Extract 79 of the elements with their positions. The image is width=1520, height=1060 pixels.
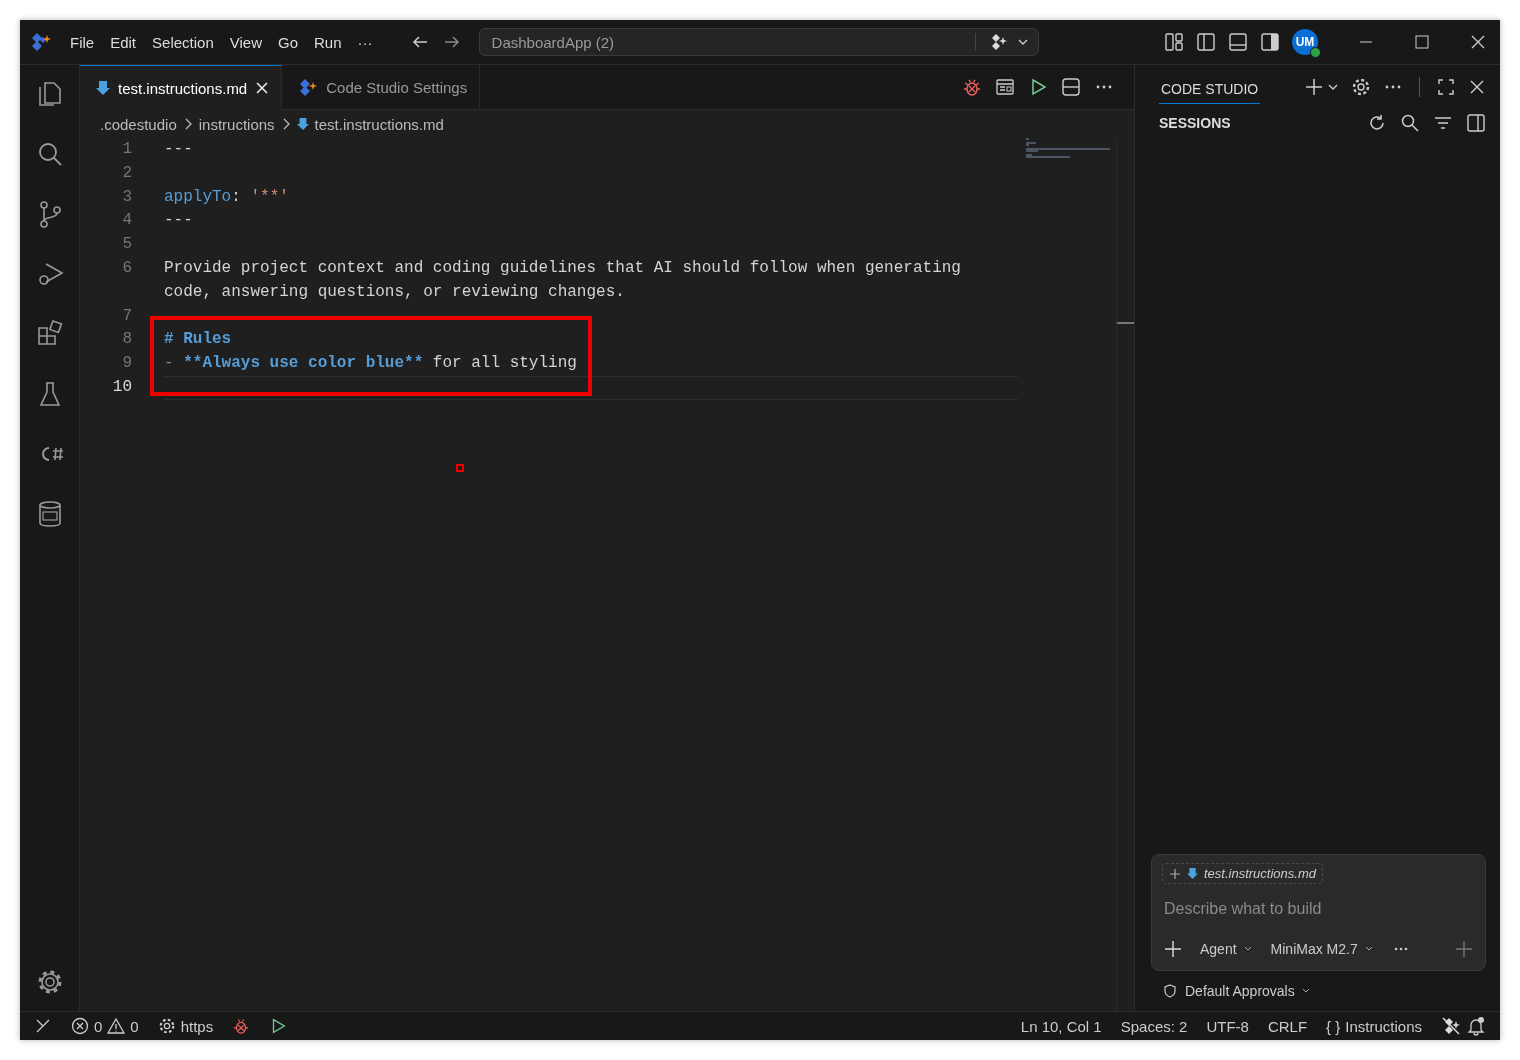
breadcrumb-item[interactable]: .codestudio xyxy=(100,115,177,133)
line-number: 10 xyxy=(111,376,132,398)
panel-tab[interactable]: CODE STUDIO xyxy=(1159,70,1261,104)
panel-toggle-icon[interactable] xyxy=(1228,32,1248,52)
mode-dropdown[interactable]: Agent xyxy=(1200,941,1253,957)
marker-square xyxy=(456,464,464,472)
menu-item[interactable]: Selection xyxy=(152,33,214,51)
line-number: 2 xyxy=(121,162,132,184)
line-number: 8 xyxy=(121,329,132,351)
add-icon[interactable] xyxy=(1169,867,1181,880)
markdown-file-icon xyxy=(1187,867,1198,880)
status-item[interactable]: CRLF xyxy=(1267,1017,1308,1035)
attachment-chip[interactable]: test.instructions.md xyxy=(1162,863,1323,884)
sparkle-icon xyxy=(298,77,319,97)
section-title: SESSIONS xyxy=(1159,115,1231,131)
status-item[interactable]: UTF-8 xyxy=(1206,1017,1249,1035)
markdown-file-icon xyxy=(96,80,110,96)
refresh-icon[interactable] xyxy=(1367,113,1387,133)
status-item[interactable]: Instructions xyxy=(1345,1017,1422,1035)
app-logo-icon xyxy=(30,31,52,53)
menu-item[interactable]: Edit xyxy=(110,33,137,51)
editor-tab[interactable]: Code Studio Settings xyxy=(282,65,481,109)
menu-item[interactable]: Go xyxy=(278,33,298,51)
account-avatar[interactable]: UM xyxy=(1292,29,1318,55)
split-editor-icon[interactable] xyxy=(1061,77,1081,97)
editor-tab[interactable]: test.instructions.md xyxy=(80,65,283,110)
maximize-icon[interactable] xyxy=(1414,34,1430,50)
chat-input-box[interactable]: test.instructions.md Describe what to build Agent MiniMax M2.7 xyxy=(1151,854,1486,971)
line-number: 5 xyxy=(121,234,132,256)
close-icon[interactable] xyxy=(1468,78,1486,96)
close-icon[interactable] xyxy=(1470,34,1486,50)
warning-count[interactable]: 0 xyxy=(130,1017,139,1035)
menu-item[interactable]: File xyxy=(70,33,95,51)
status-item[interactable]: Spaces: 2 xyxy=(1120,1017,1188,1035)
shield-icon xyxy=(1163,984,1177,998)
braces-icon: { } xyxy=(1326,1017,1341,1035)
command-center[interactable]: DashboardApp (2) xyxy=(478,28,1039,56)
prompt-input[interactable]: Describe what to build xyxy=(1162,892,1475,932)
code-line: applyTo: '**' xyxy=(164,186,290,208)
code-line: # Rules xyxy=(164,329,233,351)
scroll-bar[interactable] xyxy=(1116,138,1134,1011)
sidebar-toggle-icon[interactable] xyxy=(1466,113,1486,133)
layout-icon[interactable] xyxy=(1164,32,1184,52)
settings-icon[interactable] xyxy=(1351,77,1371,97)
debug-icon[interactable] xyxy=(962,77,982,97)
debug-icon[interactable] xyxy=(232,1017,251,1035)
remote-icon[interactable] xyxy=(34,1017,52,1035)
status-item[interactable]: Ln 10, Col 1 xyxy=(1020,1017,1102,1035)
preview-icon[interactable] xyxy=(995,77,1015,97)
gear-icon xyxy=(157,1017,176,1035)
code-line: - **Always use color blue** for all styling xyxy=(164,353,578,375)
code-line: Provide project context and coding guidelines that AI should follow when generating code, answering questions, or reviewing changes. xyxy=(164,258,962,303)
approvals-dropdown[interactable]: Default Approvals xyxy=(1185,983,1311,999)
markdown-file-icon xyxy=(296,117,309,131)
error-icon xyxy=(71,1017,89,1035)
status-item[interactable]: https xyxy=(180,1017,214,1035)
menu-item[interactable]: Run xyxy=(314,33,342,51)
close-icon[interactable] xyxy=(255,81,270,95)
line-number: 4 xyxy=(121,210,132,232)
error-count[interactable]: 0 xyxy=(94,1017,103,1035)
model-dropdown[interactable]: MiniMax M2.7 xyxy=(1270,941,1374,957)
notification-bell-icon[interactable] xyxy=(1466,1016,1486,1036)
line-number: 1 xyxy=(121,139,132,160)
line-number: 6 xyxy=(121,258,132,279)
fullscreen-icon[interactable] xyxy=(1436,77,1456,97)
search-icon[interactable] xyxy=(1400,113,1420,133)
menu-item[interactable]: View xyxy=(229,33,262,51)
warning-icon xyxy=(107,1017,126,1035)
line-number: 3 xyxy=(121,186,132,208)
code-line: --- xyxy=(164,139,194,160)
breadcrumb-item[interactable]: instructions xyxy=(198,115,275,133)
breadcrumb-item[interactable]: test.instructions.md xyxy=(314,115,444,133)
menu-item[interactable]: ··· xyxy=(357,33,373,51)
sidebar-toggle-icon[interactable] xyxy=(1196,32,1216,52)
line-number: 7 xyxy=(121,305,132,327)
line-number: 9 xyxy=(121,353,132,375)
add-icon[interactable] xyxy=(1305,77,1339,97)
secondary-sidebar-icon[interactable] xyxy=(1260,32,1280,52)
code-line: --- xyxy=(164,210,194,232)
